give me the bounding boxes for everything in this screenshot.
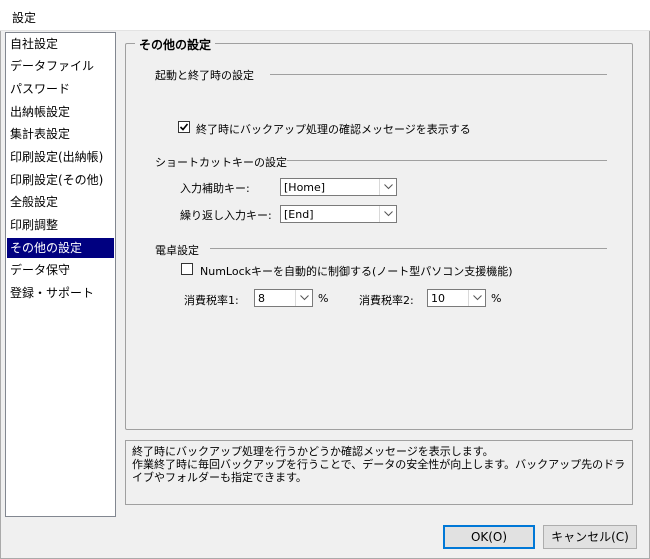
tax-rate-2-unit: %	[491, 292, 502, 305]
calculator-section-heading: 電卓設定	[155, 244, 199, 257]
startup-section-heading: 起動と終了時の設定	[155, 69, 254, 82]
tax-rate-1-label: 消費税率1:	[184, 294, 239, 307]
repeat-input-key-value: [End]	[284, 208, 314, 221]
chevron-down-icon[interactable]	[468, 290, 485, 306]
chevron-down-icon[interactable]	[379, 206, 396, 222]
sidebar-item-general[interactable]: 全般設定	[7, 192, 114, 212]
input-assist-key-select[interactable]: [Home]	[280, 178, 397, 196]
startup-separator	[270, 74, 607, 75]
numlock-label[interactable]: NumLockキーを自動的に制御する(ノート型パソコン支援機能)	[200, 263, 513, 279]
title-bar: 設定	[0, 0, 650, 31]
sidebar-item-cashbook[interactable]: 出納帳設定	[7, 102, 114, 122]
window-border-left	[0, 0, 1, 559]
repeat-input-key-select[interactable]: [End]	[280, 205, 397, 223]
description-line-3: イブやフォルダーも指定できます。	[132, 471, 307, 484]
check-icon	[179, 123, 189, 131]
sidebar-item-other-settings[interactable]: その他の設定	[7, 238, 114, 258]
input-assist-key-value: [Home]	[284, 181, 326, 194]
description-box: 終了時にバックアップ処理を行うかどうか確認メッセージを表示します。 作業終了時に…	[125, 440, 633, 505]
sidebar-item-print-adjust[interactable]: 印刷調整	[7, 215, 114, 235]
numlock-checkbox[interactable]	[181, 263, 193, 275]
tax-rate-1-unit: %	[318, 292, 329, 305]
sidebar-item-data-file[interactable]: データファイル	[7, 56, 114, 76]
shortcut-section-heading: ショートカットキーの設定	[155, 156, 287, 169]
sidebar-item-summary[interactable]: 集計表設定	[7, 124, 114, 144]
sidebar-item-password[interactable]: パスワード	[7, 79, 114, 99]
panel-title: その他の設定	[135, 36, 216, 53]
repeat-input-key-label: 繰り返し入力キー:	[180, 209, 272, 222]
shortcut-separator	[287, 160, 607, 161]
cancel-button[interactable]: キャンセル(C)	[543, 525, 637, 549]
tax-rate-1-select[interactable]: 8	[254, 289, 313, 307]
settings-groupbox	[125, 43, 633, 430]
sidebar-item-registration[interactable]: 登録・サポート	[7, 283, 114, 303]
sidebar-item-print-other[interactable]: 印刷設定(その他)	[7, 170, 114, 190]
ok-button[interactable]: OK(O)	[443, 525, 535, 549]
backup-confirm-checkbox[interactable]	[178, 121, 190, 133]
chevron-down-icon[interactable]	[379, 179, 396, 195]
input-assist-key-label: 入力補助キー:	[180, 182, 250, 195]
chevron-down-icon[interactable]	[295, 290, 312, 306]
tax-rate-2-select[interactable]: 10	[427, 289, 486, 307]
tax-rate-2-label: 消費税率2:	[359, 294, 414, 307]
window-title: 設定	[12, 11, 37, 25]
sidebar-item-company[interactable]: 自社設定	[7, 34, 114, 54]
tax-rate-1-value: 8	[258, 292, 265, 305]
backup-confirm-label[interactable]: 終了時にバックアップ処理の確認メッセージを表示する	[196, 121, 471, 137]
description-line-2: 作業終了時に毎回バックアップを行うことで、データの安全性が向上します。バックアッ…	[132, 458, 626, 471]
sidebar-item-data-maintenance[interactable]: データ保守	[7, 260, 114, 280]
description-line-1: 終了時にバックアップ処理を行うかどうか確認メッセージを表示します。	[132, 445, 494, 458]
sidebar-item-print-cashbook[interactable]: 印刷設定(出納帳)	[7, 147, 114, 167]
tax-rate-2-value: 10	[431, 292, 445, 305]
calculator-separator	[210, 248, 607, 249]
settings-category-list[interactable]: 自社設定 データファイル パスワード 出納帳設定 集計表設定 印刷設定(出納帳)…	[5, 32, 116, 517]
